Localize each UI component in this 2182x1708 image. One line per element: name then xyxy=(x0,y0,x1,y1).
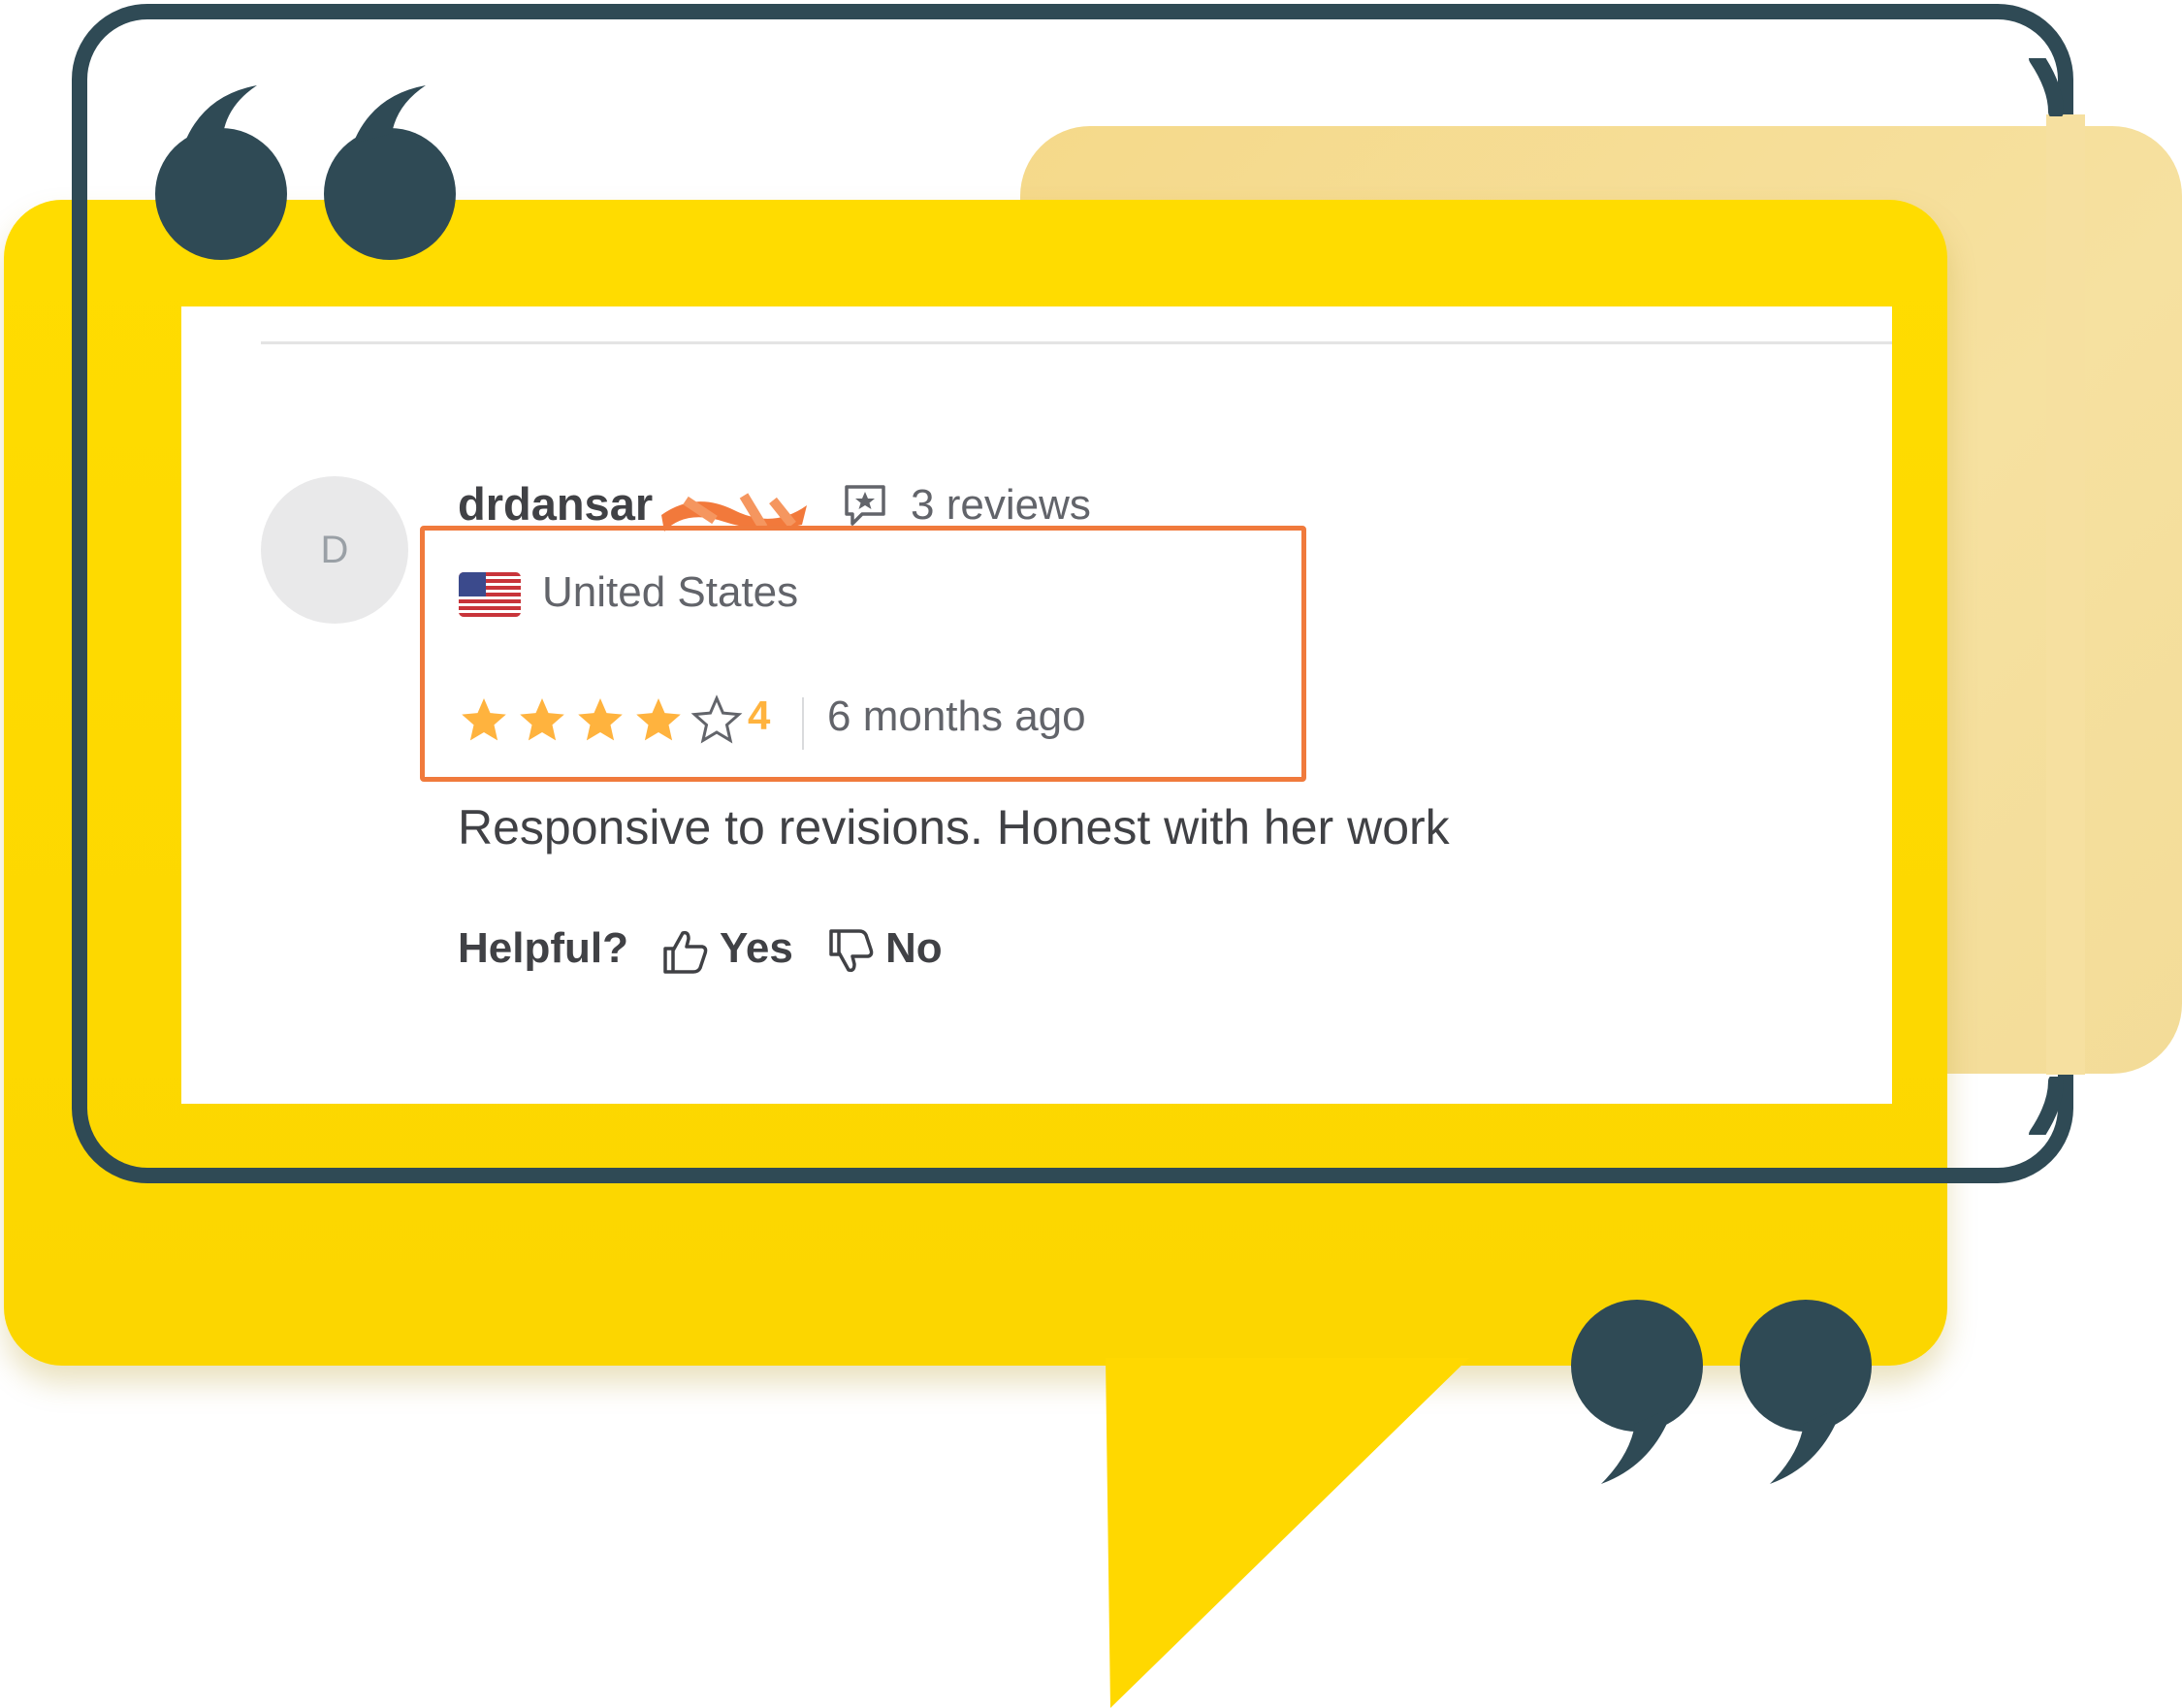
helpful-label: Helpful? xyxy=(458,924,628,972)
review-card: D drdansar 3 reviews United States 4 6 m… xyxy=(181,306,1892,1104)
star-filled-icon xyxy=(578,698,623,741)
frame-end-bottom xyxy=(2029,1077,2064,1135)
thumbs-up-icon[interactable] xyxy=(661,927,710,976)
star-filled-icon xyxy=(636,698,681,741)
review-text: Responsive to revisions. Honest with her… xyxy=(458,800,1450,854)
star-filled-icon xyxy=(462,698,506,741)
rating-divider xyxy=(802,697,804,750)
thumbs-down-icon[interactable] xyxy=(827,927,876,976)
review-time: 6 months ago xyxy=(827,693,1086,740)
reviews-icon xyxy=(845,485,885,526)
frame-end-top xyxy=(2029,58,2064,116)
helpful-yes-button[interactable]: Yes xyxy=(720,924,793,973)
reviewer-username[interactable]: drdansar xyxy=(458,477,653,531)
star-empty-icon xyxy=(690,694,743,744)
us-flag-icon xyxy=(459,572,521,617)
star-rating xyxy=(462,694,743,744)
avatar[interactable]: D xyxy=(261,476,408,624)
frame-gap xyxy=(2046,114,2085,1075)
divider xyxy=(261,341,1892,344)
avatar-initial: D xyxy=(320,528,349,571)
rating-value: 4 xyxy=(748,693,771,738)
reviews-count[interactable]: 3 reviews xyxy=(911,481,1091,530)
reviewer-country: United States xyxy=(542,568,799,616)
star-filled-icon xyxy=(520,698,564,741)
helpful-no-button[interactable]: No xyxy=(885,924,943,973)
